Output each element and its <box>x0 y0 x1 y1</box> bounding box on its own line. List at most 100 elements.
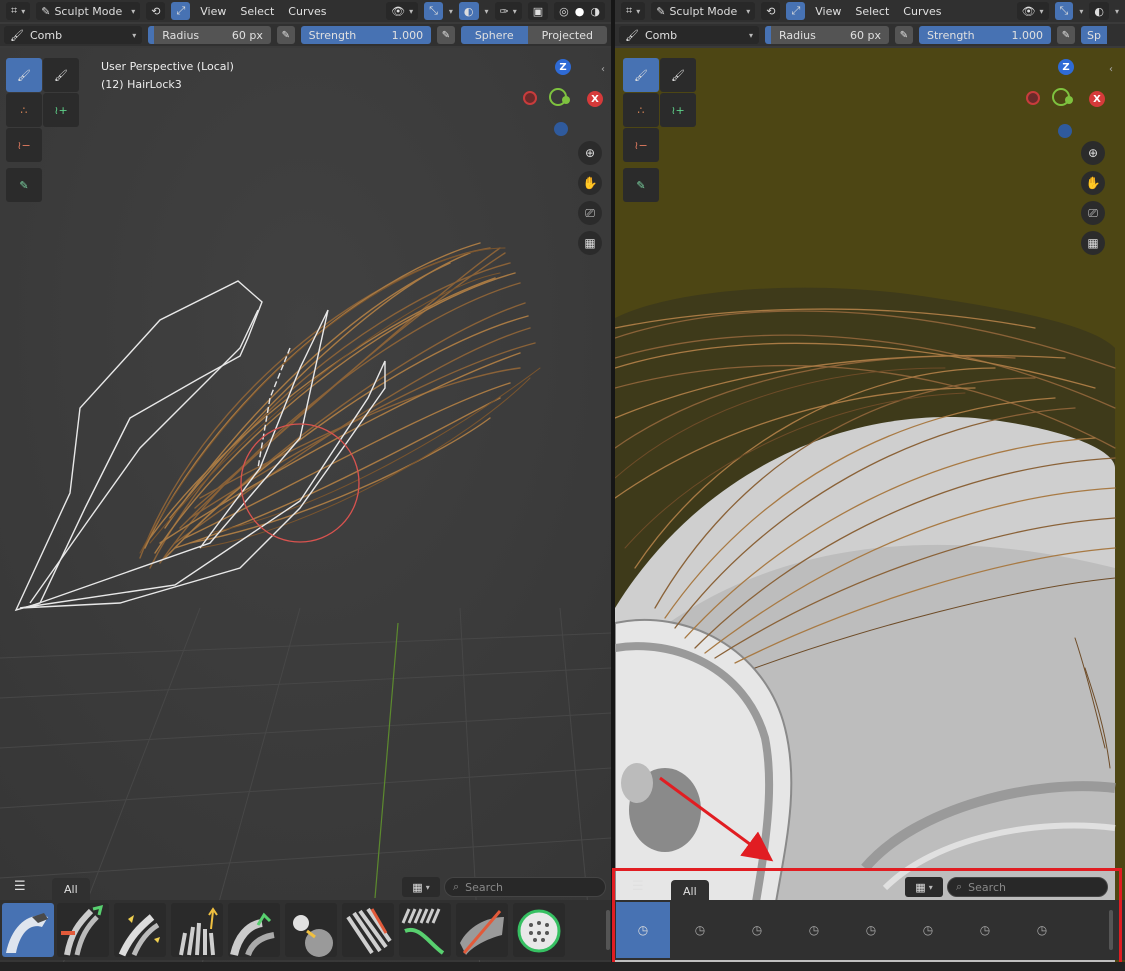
chevron-down-icon[interactable]: ▾ <box>449 7 453 16</box>
pinch-brush-icon <box>293 915 333 957</box>
annotate-tool-button[interactable]: ✎ <box>623 168 659 202</box>
falloff-sphere-button[interactable]: Sphere <box>460 26 528 44</box>
shelf-scrollbar[interactable] <box>606 910 610 950</box>
delete-tool-button[interactable]: 🖌 <box>660 58 696 92</box>
right-3d-viewport[interactable]: ⌗ ▾ ✎ Sculpt Mode ▾ ⟲ ⤢ View Select Curve… <box>615 0 1125 971</box>
brush-asset-density[interactable] <box>513 903 565 957</box>
pressure-icon: ✎ <box>1061 29 1071 41</box>
strength-pressure-toggle[interactable]: ✎ <box>1057 26 1075 44</box>
menu-select[interactable]: Select <box>851 2 893 20</box>
add-tool-button[interactable]: ≀+ <box>660 93 696 127</box>
brush-asset-add[interactable] <box>57 903 109 957</box>
wireframe-shading-icon[interactable]: ◎ <box>559 5 569 18</box>
camera-view-button[interactable]: ⎚ <box>578 201 602 225</box>
menu-view[interactable]: View <box>811 2 845 20</box>
symmetry-toggle[interactable]: ⟲ <box>146 2 166 20</box>
brush-asset-puff[interactable] <box>171 903 223 957</box>
chevron-down-icon[interactable]: ▾ <box>485 7 489 16</box>
gizmo-z-axis[interactable]: Z <box>555 59 571 75</box>
gizmo-x-label: X <box>591 93 599 105</box>
brush-asset-slide[interactable] <box>228 903 280 957</box>
shading-modes[interactable]: ◎ ● ◑ <box>554 2 605 20</box>
viewport-info-overlay: User Perspective (Local) (12) HairLock3 <box>101 58 234 94</box>
gizmo-negative-x[interactable] <box>523 91 537 105</box>
gizmo-x-axis[interactable]: X <box>587 91 603 107</box>
comb-tool-button[interactable]: 🖌 <box>6 58 42 92</box>
annotate-tool-button[interactable]: ✎ <box>6 168 42 202</box>
brush-asset-pinch[interactable] <box>285 903 337 957</box>
brush-asset-comb[interactable] <box>2 903 54 957</box>
radius-field[interactable]: Radius 60 px <box>148 26 271 44</box>
gizmo-negative-z[interactable] <box>1058 124 1072 138</box>
editor-type-button[interactable]: ⌗ ▾ <box>621 2 646 20</box>
editor-type-button[interactable]: ⌗ ▾ <box>6 2 31 20</box>
radius-pressure-toggle[interactable]: ✎ <box>895 26 913 44</box>
brush-asset-delete[interactable] <box>456 903 508 957</box>
add-curves-brush-icon <box>61 904 104 956</box>
pan-button[interactable]: ✋ <box>578 171 602 195</box>
gizmo-negative-z[interactable] <box>554 122 568 136</box>
curve-overlay-toggle[interactable]: ✑ ▾ <box>494 2 522 20</box>
strength-field[interactable]: Strength 1.000 <box>919 26 1051 44</box>
chevron-down-icon: ▾ <box>1039 6 1044 16</box>
brush-asset-grow[interactable] <box>114 903 166 957</box>
right-scene-drawing <box>615 48 1125 971</box>
pan-button[interactable]: ✋ <box>1081 171 1105 195</box>
menu-view[interactable]: View <box>196 2 230 20</box>
remove-tool-button[interactable]: ≀− <box>6 128 42 162</box>
chevron-down-icon[interactable]: ▾ <box>1115 7 1119 16</box>
brush-asset-snake-hook[interactable] <box>399 903 451 957</box>
gizmo-toggle[interactable]: ⤡ <box>1054 2 1074 20</box>
gizmo-x-axis[interactable]: X <box>1089 91 1105 107</box>
sidebar-expand-icon[interactable]: ‹ <box>1109 64 1113 75</box>
strength-pressure-toggle[interactable]: ✎ <box>437 26 455 44</box>
falloff-projected-button[interactable]: Projected <box>527 26 607 44</box>
shelf-search-input[interactable]: ⌕ Search <box>444 877 606 897</box>
radius-field[interactable]: Radius 60 px <box>765 26 889 44</box>
perspective-toggle-button[interactable]: ▦ <box>1081 231 1105 255</box>
brush-asset-smooth[interactable] <box>342 903 394 957</box>
zoom-button[interactable]: ⊕ <box>1081 141 1105 165</box>
left-3d-viewport[interactable]: ⌗ ▾ ✎ Sculpt Mode ▾ ⟲ ⤢ View Select Curve… <box>0 0 611 971</box>
overlay-toggle[interactable]: ◐ <box>1089 2 1109 20</box>
zoom-button[interactable]: ⊕ <box>578 141 602 165</box>
brush-selector[interactable]: 🖌 Comb ▾ <box>619 26 759 44</box>
gizmo-toggle[interactable]: ⤡ <box>424 2 443 20</box>
sidebar-expand-icon[interactable]: ‹ <box>601 64 605 75</box>
snap-toggle[interactable]: ⤢ <box>786 2 806 20</box>
mode-dropdown[interactable]: ✎ Sculpt Mode ▾ <box>36 2 141 20</box>
camera-view-button[interactable]: ⎚ <box>1081 201 1105 225</box>
delete-tool-button[interactable]: 🖌 <box>43 58 79 92</box>
menu-select[interactable]: Select <box>236 2 278 20</box>
symmetry-toggle[interactable]: ⟲ <box>761 2 781 20</box>
add-tool-button[interactable]: ≀+ <box>43 93 79 127</box>
density-tool-button[interactable]: ∴ <box>6 93 42 127</box>
overlay-toggle[interactable]: ◐ <box>458 2 479 20</box>
menu-curves[interactable]: Curves <box>899 2 945 20</box>
zoom-icon: ⊕ <box>1087 146 1099 160</box>
brush-selector[interactable]: 🖌 Comb ▾ <box>4 26 143 44</box>
chevron-down-icon[interactable]: ▾ <box>1079 7 1083 16</box>
perspective-toggle-button[interactable]: ▦ <box>578 231 602 255</box>
remove-tool-button[interactable]: ≀− <box>623 128 659 162</box>
gizmo-negative-x[interactable] <box>1026 91 1040 105</box>
density-tool-button[interactable]: ∴ <box>623 93 659 127</box>
strength-field[interactable]: Strength 1.000 <box>300 26 432 44</box>
xray-toggle[interactable]: ▣ <box>527 2 549 20</box>
shelf-display-dropdown[interactable]: ▦ ▾ <box>402 877 440 897</box>
mode-dropdown[interactable]: ✎ Sculpt Mode ▾ <box>651 2 756 20</box>
snap-toggle[interactable]: ⤢ <box>171 2 191 20</box>
visibility-dropdown[interactable]: 👁 ▾ <box>1016 2 1049 20</box>
viewport-canvas[interactable] <box>615 48 1125 971</box>
viewport-canvas[interactable] <box>0 48 611 971</box>
material-shading-icon[interactable]: ◑ <box>590 5 600 18</box>
comb-tool-button[interactable]: 🖌 <box>623 58 659 92</box>
visibility-dropdown[interactable]: 👁 ▾ <box>386 2 419 20</box>
hamburger-menu-icon[interactable]: ☰ <box>14 879 26 894</box>
shelf-tab-all[interactable]: All <box>52 878 90 900</box>
solid-shading-icon[interactable]: ● <box>575 5 585 18</box>
menu-curves[interactable]: Curves <box>284 2 330 20</box>
radius-pressure-toggle[interactable]: ✎ <box>276 26 295 44</box>
falloff-sphere-button[interactable]: Sp <box>1081 26 1107 44</box>
gizmo-z-axis[interactable]: Z <box>1058 59 1074 75</box>
